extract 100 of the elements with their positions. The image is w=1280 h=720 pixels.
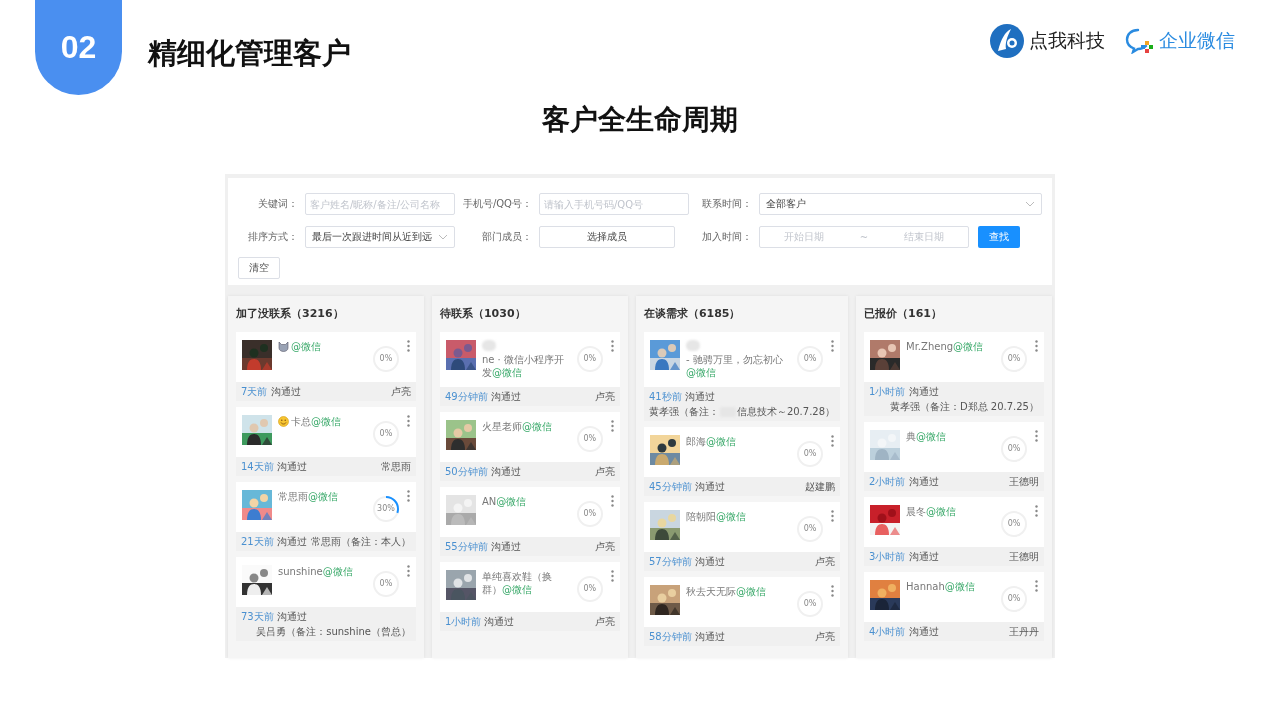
caret-icon: [438, 234, 448, 240]
brand-logo-icon: [989, 22, 1025, 59]
field-label: 关键词：: [257, 197, 298, 211]
follow-up-time: 55分钟前 沟通过: [444, 540, 521, 554]
follow-up-time: 14天前 沟通过: [241, 460, 307, 474]
dropdown[interactable]: 最后一次跟进时间从近到远: [305, 226, 455, 248]
customer-name: 常思雨@微信: [278, 490, 338, 503]
progress-text: 0%: [582, 433, 598, 445]
owner-text: 黄孝强（备注：D郑总 20.7.25）: [889, 400, 1039, 414]
follow-up-time: 73天前 沟通过: [241, 610, 307, 624]
dropdown[interactable]: 全部客户: [759, 193, 1042, 215]
follow-up-time: 7天前 沟通过: [241, 385, 301, 399]
more-icon: [406, 490, 410, 502]
follow-up-time: 50分钟前 沟通过: [444, 465, 521, 479]
progress-text: 0%: [802, 353, 818, 365]
more-icon: [1035, 580, 1038, 592]
owner-text: 常思雨（备注：本人）: [310, 535, 411, 549]
progress-text: 0%: [1006, 593, 1022, 605]
follow-up-time: 57分钟前 沟通过: [648, 555, 725, 569]
progress-ring: [370, 494, 401, 524]
progress-text: 0%: [378, 428, 394, 440]
column-title: 待联系（1030）: [439, 306, 527, 322]
more-icon: [406, 565, 410, 577]
redaction-mark: [481, 340, 496, 351]
follow-up-time: 4小时前 沟通过: [869, 625, 939, 639]
owner-text: 赵建鹏: [805, 480, 836, 494]
progress-text: 0%: [582, 583, 598, 595]
owner-text: 卢亮: [815, 555, 836, 569]
follow-up-time: 21天前 沟通过: [241, 535, 307, 549]
customer-name: 火星老师@微信: [481, 420, 552, 433]
customer-name: @微信: [291, 340, 321, 353]
owner-text: 信息技术～20.7.28）: [736, 405, 836, 419]
slide-title: 精细化管理客户: [148, 34, 351, 72]
owner-text: 卢亮: [594, 465, 615, 479]
column-title: 加了没联系（3216）: [236, 306, 345, 322]
customer-name: - 驰骋万里，勿忘初心 @微信: [685, 353, 784, 379]
slide-heading: 客户全生命周期: [541, 102, 739, 138]
chat-bubble-logo-icon: [1125, 27, 1155, 54]
more-icon: [831, 340, 835, 352]
field-label: 加入时间：: [701, 230, 752, 244]
progress-text: 0%: [1006, 518, 1022, 530]
cat-face-icon: [278, 341, 289, 352]
customer-name: Hannah@微信: [906, 580, 975, 593]
owner-text: 常思雨: [380, 460, 411, 474]
more-icon: [831, 510, 835, 522]
owner-text: 卢亮: [594, 615, 615, 629]
customer-name: 典@微信: [906, 430, 947, 443]
progress-text: 0%: [1006, 443, 1022, 455]
progress-text: 0%: [1006, 353, 1022, 365]
owner-text: 卢亮: [390, 385, 411, 399]
customer-name: 单纯喜欢鞋（换群）@微信: [481, 570, 553, 596]
more-icon: [831, 585, 835, 597]
follow-up-time: 1小时前 沟通过: [444, 615, 515, 629]
progress-text: 0%: [802, 598, 818, 610]
follow-up-time: 3小时前 沟通过: [869, 550, 939, 564]
more-icon: [610, 570, 614, 582]
field-label: 手机号/QQ号：: [462, 197, 532, 211]
partner-name: 企业微信: [1159, 27, 1235, 53]
progress-text: 30%: [376, 503, 396, 515]
customer-name: 郎海@微信: [685, 435, 736, 448]
customer-name: 陪朝阳@微信: [685, 510, 746, 523]
column-title: 在谈需求（6185）: [643, 306, 742, 322]
follow-up-time: 2小时前 沟通过: [869, 475, 939, 489]
smiley-icon: [278, 416, 289, 427]
more-icon: [406, 340, 410, 352]
progress-text: 0%: [582, 353, 598, 365]
column-title: 已报价（161）: [864, 306, 943, 322]
more-icon: [406, 415, 410, 427]
progress-text: 0%: [802, 523, 818, 535]
owner-text: 吴吕勇（备注：sunshine（曾总）: [256, 625, 411, 639]
owner-text: 黄孝强（备注：: [648, 405, 719, 419]
follow-up-time: 45分钟前 沟通过: [648, 480, 725, 494]
member-picker[interactable]: 选择成员: [539, 226, 675, 248]
owner-text: 王德明: [1009, 550, 1039, 564]
owner-text: 王德明: [1009, 475, 1039, 489]
more-icon: [1035, 340, 1038, 352]
field-label: 部门成员：: [481, 230, 532, 244]
customer-name: 晨冬@微信: [906, 505, 957, 518]
clear-button[interactable]: 清空: [238, 257, 280, 279]
customer-name: Mr.Zheng@微信: [906, 340, 984, 353]
follow-up-time: 49分钟前 沟通过: [444, 390, 521, 404]
field-label: 联系时间：: [701, 197, 752, 211]
progress-text: 0%: [378, 578, 394, 590]
caret-icon: [1025, 201, 1035, 207]
progress-text: 0%: [582, 508, 598, 520]
progress-text: 0%: [802, 448, 818, 460]
customer-name: ne · 微信小程序开发@微信: [481, 353, 565, 379]
more-icon: [1035, 430, 1038, 442]
follow-up-time: 1小时前 沟通过: [869, 385, 939, 399]
follow-up-time: 58分钟前 沟通过: [648, 630, 725, 644]
customer-name: 秋去天无际@微信: [685, 585, 766, 598]
redaction-mark: [685, 340, 700, 351]
progress-text: 0%: [378, 353, 394, 365]
customer-name: 卡总@微信: [291, 415, 341, 428]
customer-name: AN@微信: [481, 495, 527, 508]
more-icon: [610, 340, 614, 352]
follow-up-time: 41秒前 沟通过: [648, 390, 715, 404]
more-icon: [610, 495, 614, 507]
owner-text: 卢亮: [815, 630, 836, 644]
field-label: 排序方式：: [247, 230, 298, 244]
